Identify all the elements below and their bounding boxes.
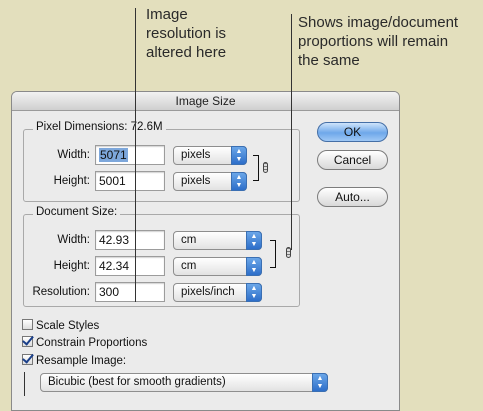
auto-button[interactable]: Auto... (317, 187, 388, 207)
chain-link-icon (263, 162, 268, 173)
resample-method-select[interactable]: Bicubic (best for smooth gradients) ▲ ▼ (40, 373, 328, 392)
cancel-button[interactable]: Cancel (317, 150, 388, 170)
scale-styles-label: Scale Styles (36, 320, 100, 332)
pixel-width-value: 5071 (99, 148, 128, 162)
resolution-unit-select[interactable]: pixels/inch ▲ ▼ (173, 283, 262, 302)
resample-image-label: Resample Image: (36, 355, 127, 367)
doc-height-unit-select[interactable]: cm ▲ ▼ (173, 257, 262, 276)
popup-arrows-icon: ▲ ▼ (231, 172, 247, 191)
annotation-pointer-proportions (291, 14, 292, 250)
pixel-width-unit-select[interactable]: pixels ▲ ▼ (173, 146, 247, 165)
image-size-dialog: Image Size Pixel Dimensions: 72.6M Width… (11, 91, 400, 411)
pixel-dimensions-legend: Pixel Dimensions: 72.6M (33, 121, 166, 133)
annotation-proportions: Shows image/document proportions will re… (298, 13, 458, 70)
annotation-line: Image (146, 6, 188, 23)
resolution-unit: pixels/inch (181, 286, 235, 298)
annotation-line: the same (298, 52, 360, 69)
pixel-height-label: Height: (53, 175, 90, 187)
doc-width-value: 42.93 (99, 233, 130, 247)
doc-width-label: Width: (57, 234, 90, 246)
checkmark-icon (22, 336, 33, 347)
pixel-width-label: Width: (57, 149, 90, 161)
pixel-height-value: 5001 (99, 174, 126, 188)
popup-arrows-icon: ▲ ▼ (246, 283, 262, 302)
pixel-height-field[interactable]: 5001 (95, 171, 165, 191)
annotation-resolution: Image resolution is altered here (146, 5, 226, 62)
checkmark-icon (22, 354, 33, 365)
annotation-line: resolution is (146, 25, 227, 42)
scale-styles-checkbox[interactable]: Scale Styles (22, 319, 99, 332)
doc-width-field[interactable]: 42.93 (95, 230, 165, 250)
ok-button[interactable]: OK (317, 122, 388, 142)
resolution-field[interactable]: 300 (95, 282, 165, 302)
popup-arrows-icon: ▲ ▼ (312, 373, 328, 392)
pixel-width-field[interactable]: 5071 (95, 145, 165, 165)
pixel-dimensions-label: Pixel Dimensions: (36, 121, 128, 133)
doc-height-field[interactable]: 42.34 (95, 256, 165, 276)
doc-height-label: Height: (53, 260, 90, 272)
annotation-line: altered here (146, 44, 227, 61)
doc-height-unit: cm (181, 260, 197, 272)
pixel-height-unit: pixels (181, 175, 211, 187)
pixel-height-unit-select[interactable]: pixels ▲ ▼ (173, 172, 247, 191)
resample-method: Bicubic (best for smooth gradients) (48, 376, 226, 388)
doc-link-bracket (270, 240, 276, 268)
doc-width-unit-select[interactable]: cm ▲ ▼ (173, 231, 262, 250)
annotation-pointer-resolution (135, 8, 136, 302)
popup-arrows-icon: ▲ ▼ (231, 146, 247, 165)
popup-arrows-icon: ▲ ▼ (246, 231, 262, 250)
pixel-width-unit: pixels (181, 149, 211, 161)
pixel-link-bracket (253, 155, 259, 181)
resolution-label: Resolution: (32, 286, 90, 298)
constrain-proportions-checkbox[interactable]: Constrain Proportions (22, 336, 147, 349)
dialog-title: Image Size (12, 92, 399, 111)
document-size-legend: Document Size: (33, 206, 121, 218)
doc-width-unit: cm (181, 234, 197, 246)
popup-arrows-icon: ▲ ▼ (246, 257, 262, 276)
constrain-proportions-label: Constrain Proportions (36, 337, 148, 349)
annotation-line: proportions will remain (298, 33, 449, 50)
doc-height-value: 42.34 (99, 259, 130, 273)
annotation-line: Shows image/document (298, 14, 459, 31)
resample-image-checkbox[interactable]: Resample Image: (22, 354, 126, 367)
checkbox-unchecked-icon (22, 319, 33, 330)
resolution-value: 300 (99, 285, 120, 299)
annotation-pointer-resample (24, 372, 25, 396)
